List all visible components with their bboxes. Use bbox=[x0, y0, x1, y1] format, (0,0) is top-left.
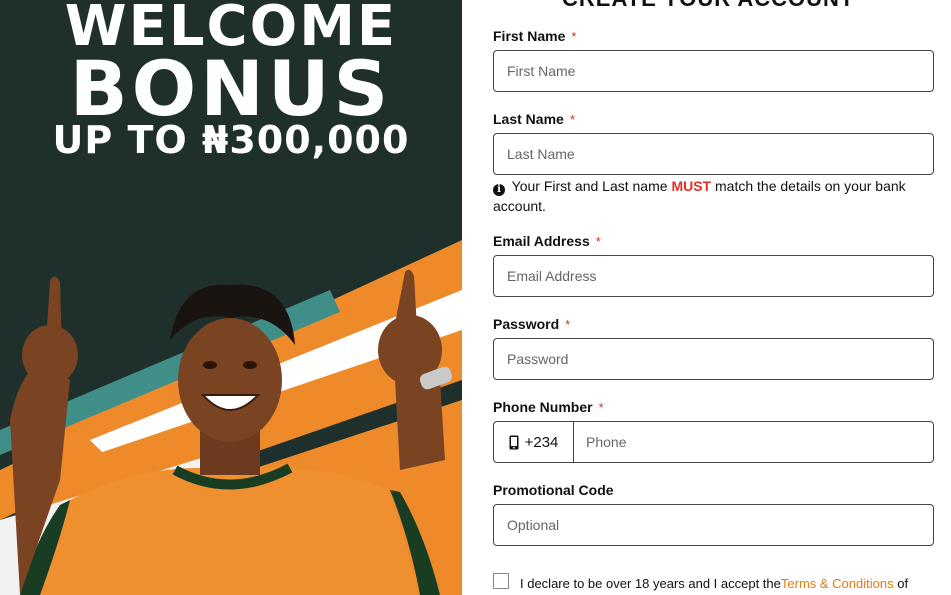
email-input[interactable] bbox=[505, 255, 933, 297]
first-name-input[interactable] bbox=[505, 50, 933, 92]
promo-code-input[interactable] bbox=[505, 504, 933, 546]
first-name-field[interactable] bbox=[493, 50, 934, 92]
form-title: CREATE YOUR ACCOUNT bbox=[562, 0, 854, 12]
terms-checkbox[interactable] bbox=[493, 573, 509, 589]
name-match-note: i Your First and Last name MUST match th… bbox=[493, 176, 923, 216]
note-emphasis: MUST bbox=[671, 178, 712, 194]
country-code-prefix: +234 bbox=[494, 422, 574, 462]
country-code-text: +234 bbox=[524, 433, 559, 451]
promo-headline-amount: UP TO ₦300,000 bbox=[52, 118, 410, 162]
phone-field: +234 bbox=[493, 421, 934, 463]
email-field[interactable] bbox=[493, 255, 934, 297]
last-name-label: Last Name * bbox=[493, 111, 575, 127]
phone-input[interactable] bbox=[584, 421, 933, 463]
info-icon: i bbox=[493, 184, 505, 196]
terms-consent-after: of bbox=[897, 576, 909, 591]
note-text-before: Your First and Last name bbox=[511, 178, 668, 194]
phone-label: Phone Number * bbox=[493, 399, 604, 415]
password-label: Password * bbox=[493, 316, 570, 332]
required-marker: * bbox=[595, 234, 601, 249]
signup-form: CREATE YOUR ACCOUNT First Name * Last Nam… bbox=[462, 0, 951, 595]
email-label-text: Email Address bbox=[493, 233, 590, 249]
terms-consent-label: I declare to be over 18 years and I acce… bbox=[520, 576, 781, 591]
promo-banner: WELCOME BONUS UP TO ₦300,000 bbox=[0, 0, 462, 595]
last-name-input[interactable] bbox=[505, 133, 933, 175]
required-marker: * bbox=[565, 317, 571, 332]
password-field[interactable] bbox=[493, 338, 934, 380]
last-name-field[interactable] bbox=[493, 133, 934, 175]
promo-code-field[interactable] bbox=[493, 504, 934, 546]
password-label-text: Password bbox=[493, 316, 560, 332]
phone-number-field[interactable] bbox=[574, 421, 933, 463]
promo-code-label-text: Promotional Code bbox=[493, 482, 614, 498]
required-marker: * bbox=[598, 400, 604, 415]
password-input[interactable] bbox=[505, 338, 933, 380]
required-marker: * bbox=[569, 112, 575, 127]
phone-label-text: Phone Number bbox=[493, 399, 593, 415]
last-name-label-text: Last Name bbox=[493, 111, 564, 127]
terms-consent-text: I declare to be over 18 years and I acce… bbox=[520, 576, 908, 591]
terms-conditions-link[interactable]: Terms & Conditions bbox=[781, 576, 894, 591]
promo-code-label: Promotional Code bbox=[493, 482, 614, 498]
mobile-phone-icon bbox=[509, 435, 519, 449]
email-label: Email Address * bbox=[493, 233, 601, 249]
first-name-label-text: First Name bbox=[493, 28, 566, 44]
first-name-label: First Name * bbox=[493, 28, 576, 44]
required-marker: * bbox=[571, 29, 577, 44]
